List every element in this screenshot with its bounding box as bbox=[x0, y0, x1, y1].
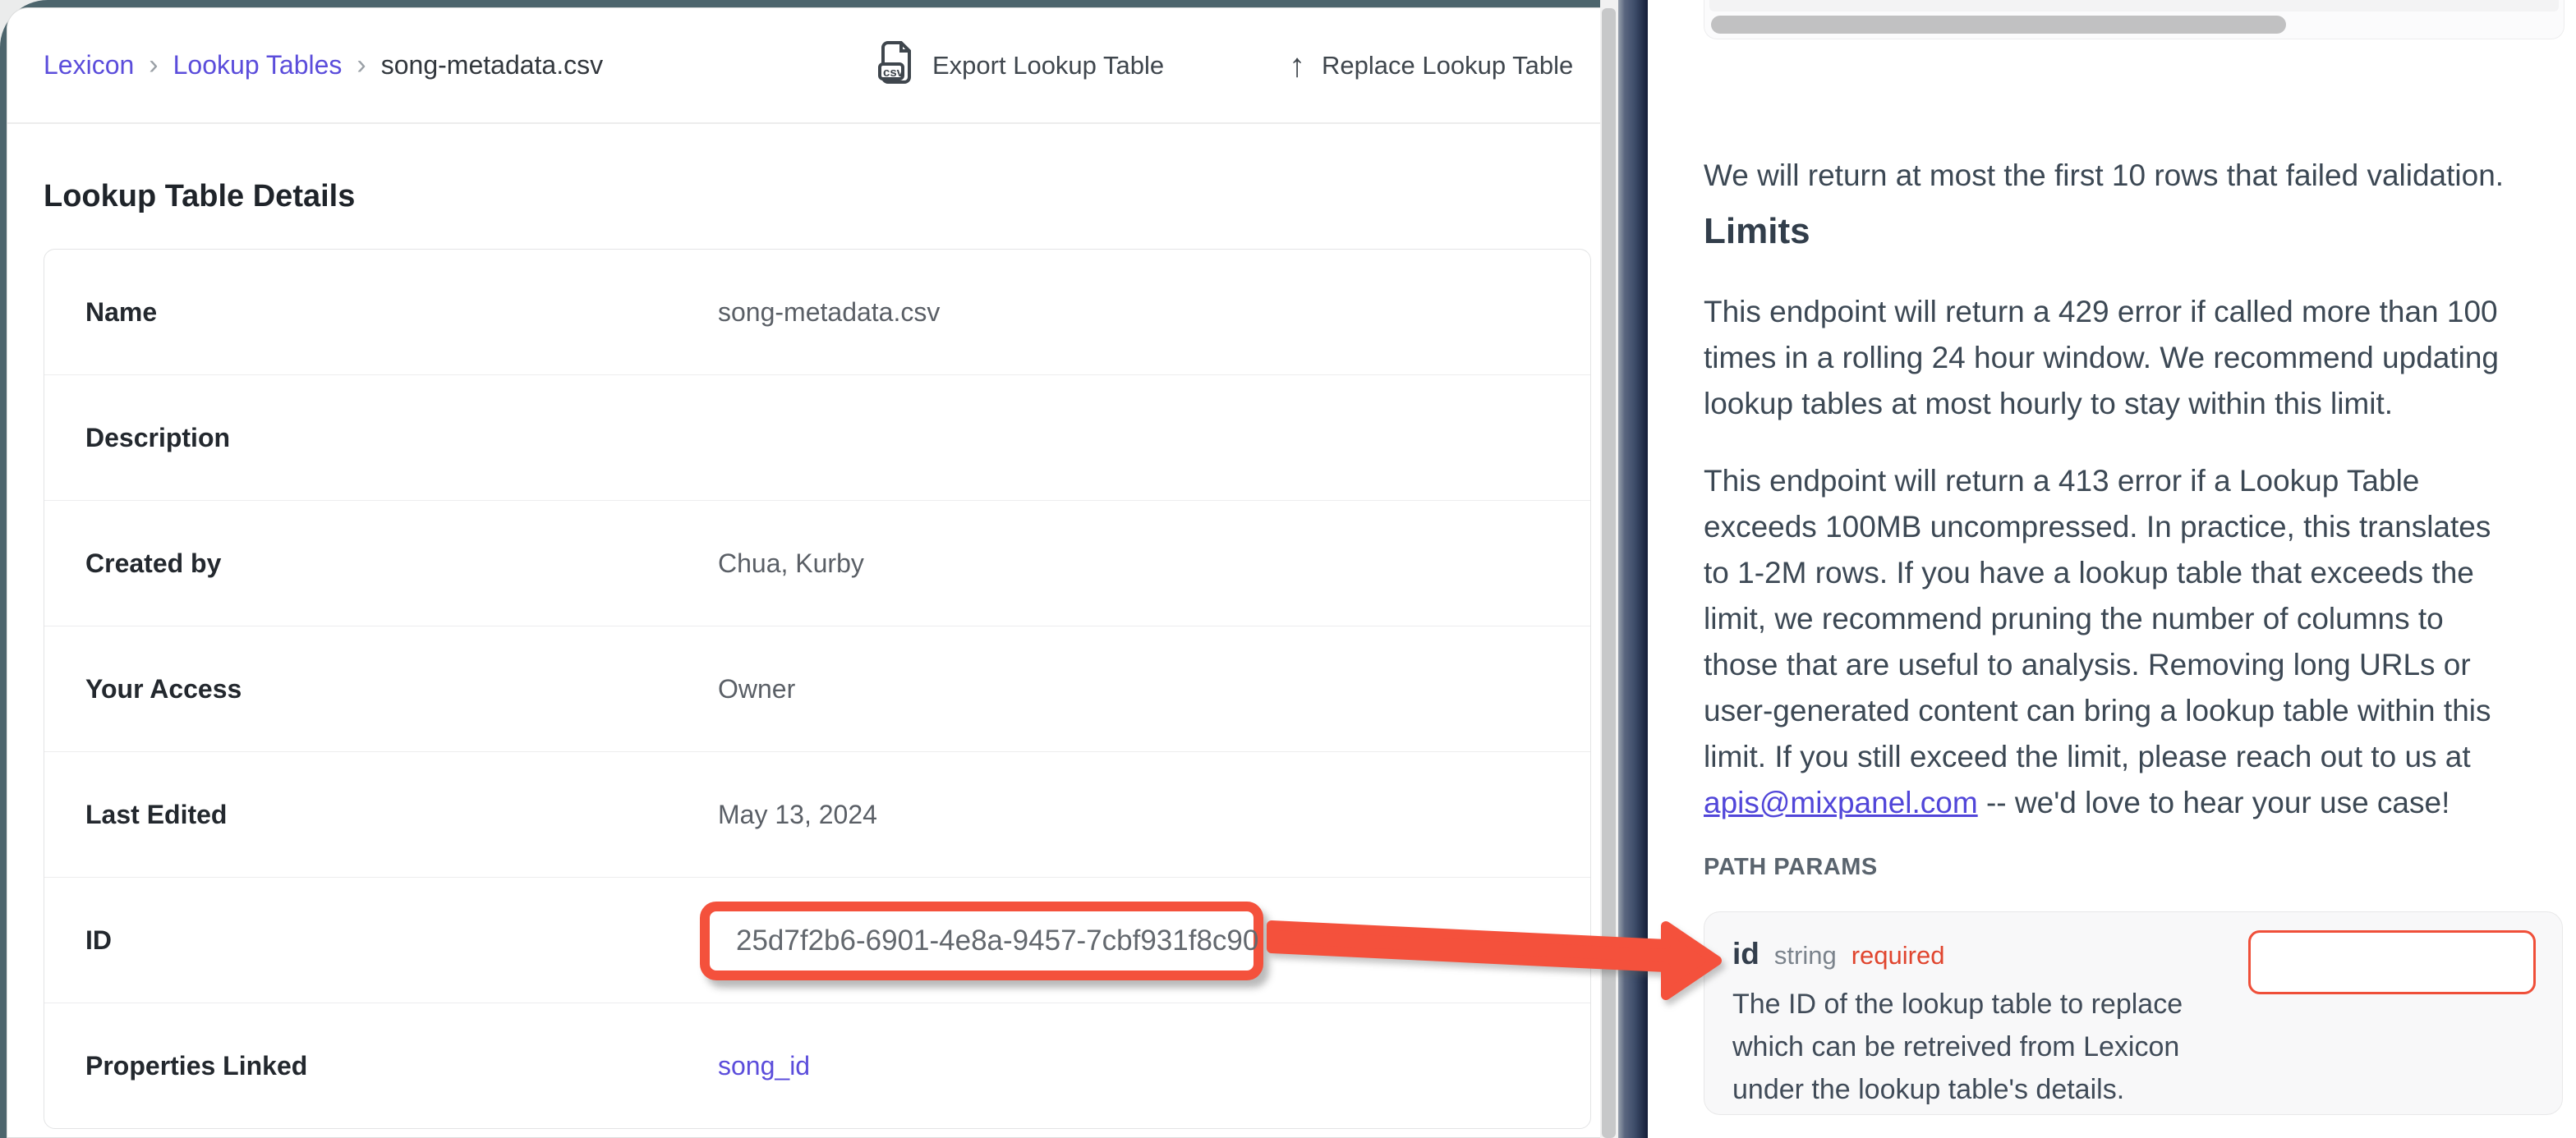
limits-heading: Limits bbox=[1704, 209, 1810, 255]
text-line: which can be retreived from Lexicon bbox=[1732, 1026, 2183, 1068]
text-line: user-generated content can bring a looku… bbox=[1704, 688, 2491, 734]
vertical-scrollbar-track bbox=[1600, 0, 1618, 1138]
breadcrumb-current-file: song-metadata.csv bbox=[381, 50, 603, 80]
text-line: The ID of the lookup table to replace bbox=[1732, 983, 2183, 1026]
param-type: string bbox=[1774, 941, 1837, 971]
row-value: Chua, Kurby bbox=[718, 548, 864, 579]
breadcrumb-link-lookup-tables[interactable]: Lookup Tables bbox=[173, 50, 343, 80]
horizontal-scrollbar-thumb[interactable] bbox=[1711, 16, 2286, 34]
table-row-your-access: Your Access Owner bbox=[44, 626, 1590, 751]
id-param-input[interactable] bbox=[2248, 930, 2536, 994]
vertical-scrollbar-thumb[interactable] bbox=[1602, 8, 1616, 1138]
mixpanel-email-link[interactable]: apis@mixpanel.com bbox=[1704, 786, 1978, 819]
panel-divider bbox=[1618, 0, 1648, 1138]
table-row-name: Name song-metadata.csv bbox=[44, 250, 1590, 374]
chevron-right-icon: › bbox=[356, 49, 366, 81]
limits-paragraph-1: This endpoint will return a 429 error if… bbox=[1704, 289, 2499, 427]
text-line: limit, we recommend pruning the number o… bbox=[1704, 596, 2491, 642]
export-button-label: Export Lookup Table bbox=[932, 51, 1164, 80]
param-name: id bbox=[1732, 937, 1760, 971]
breadcrumb-link-lexicon[interactable]: Lexicon bbox=[44, 50, 134, 80]
text-after-link: -- we'd love to hear your use case! bbox=[1978, 786, 2450, 819]
replace-button-label: Replace Lookup Table bbox=[1322, 51, 1573, 80]
table-row-created-by: Created by Chua, Kurby bbox=[44, 500, 1590, 626]
row-label: Last Edited bbox=[85, 800, 227, 830]
chevron-right-icon: › bbox=[149, 49, 158, 81]
export-lookup-table-button[interactable]: csv Export Lookup Table bbox=[878, 8, 1164, 122]
text-line: exceeds 100MB uncompressed. In practice,… bbox=[1704, 504, 2491, 550]
row-value: May 13, 2024 bbox=[718, 800, 877, 830]
row-label: Properties Linked bbox=[85, 1051, 307, 1081]
svg-text:csv: csv bbox=[883, 66, 904, 80]
replace-lookup-table-button[interactable]: ↑ Replace Lookup Table bbox=[1289, 8, 1573, 122]
lookup-table-id-value: 25d7f2b6-6901-4e8a-9457-7cbf931f8c90 bbox=[710, 911, 1254, 971]
csv-file-icon: csv bbox=[878, 39, 916, 92]
path-params-label: PATH PARAMS bbox=[1704, 854, 1878, 881]
text-line: to 1-2M rows. If you have a lookup table… bbox=[1704, 550, 2491, 596]
text-line: those that are useful to analysis. Remov… bbox=[1704, 642, 2491, 688]
code-block-fill bbox=[1709, 0, 2559, 11]
row-value: Owner bbox=[718, 674, 795, 704]
param-description: The ID of the lookup table to replace wh… bbox=[1732, 983, 2183, 1111]
id-highlight-box: 25d7f2b6-6901-4e8a-9457-7cbf931f8c90 bbox=[700, 902, 1263, 980]
text-line: This endpoint will return a 429 error if… bbox=[1704, 289, 2499, 335]
text-line: This endpoint will return a 413 error if… bbox=[1704, 458, 2491, 504]
intro-text: We will return at most the first 10 rows… bbox=[1704, 153, 2504, 199]
lookup-table-details-card: Name song-metadata.csv Description Creat… bbox=[44, 249, 1591, 1129]
table-row-last-edited: Last Edited May 13, 2024 bbox=[44, 751, 1590, 877]
text-line: lookup tables at most hourly to stay wit… bbox=[1704, 381, 2499, 427]
table-row-description: Description bbox=[44, 374, 1590, 500]
param-header: id string required bbox=[1732, 937, 1944, 971]
row-label: Created by bbox=[85, 548, 221, 579]
row-label: ID bbox=[85, 925, 112, 956]
param-required-badge: required bbox=[1852, 941, 1945, 971]
code-block-bottom bbox=[1704, 0, 2564, 39]
row-label: Description bbox=[85, 423, 230, 453]
song-id-property-link[interactable]: song_id bbox=[718, 1051, 810, 1081]
breadcrumb: Lexicon › Lookup Tables › song-metadata.… bbox=[44, 8, 603, 122]
row-value: song-metadata.csv bbox=[718, 297, 940, 328]
text-line: times in a rolling 24 hour window. We re… bbox=[1704, 335, 2499, 381]
text-line: limit. If you still exceed the limit, pl… bbox=[1704, 734, 2491, 780]
text-line: apis@mixpanel.com -- we'd love to hear y… bbox=[1704, 780, 2491, 826]
table-row-properties-linked: Properties Linked song_id bbox=[44, 1003, 1590, 1128]
page-title: Lookup Table Details bbox=[44, 179, 355, 214]
limits-paragraph-2: This endpoint will return a 413 error if… bbox=[1704, 458, 2491, 826]
row-label: Your Access bbox=[85, 674, 242, 704]
row-label: Name bbox=[85, 297, 157, 328]
upload-arrow-icon: ↑ bbox=[1289, 49, 1305, 82]
id-param-card: id string required The ID of the lookup … bbox=[1704, 911, 2563, 1115]
api-docs-panel: We will return at most the first 10 rows… bbox=[1648, 0, 2576, 1138]
text-line: under the lookup table's details. bbox=[1732, 1068, 2183, 1111]
